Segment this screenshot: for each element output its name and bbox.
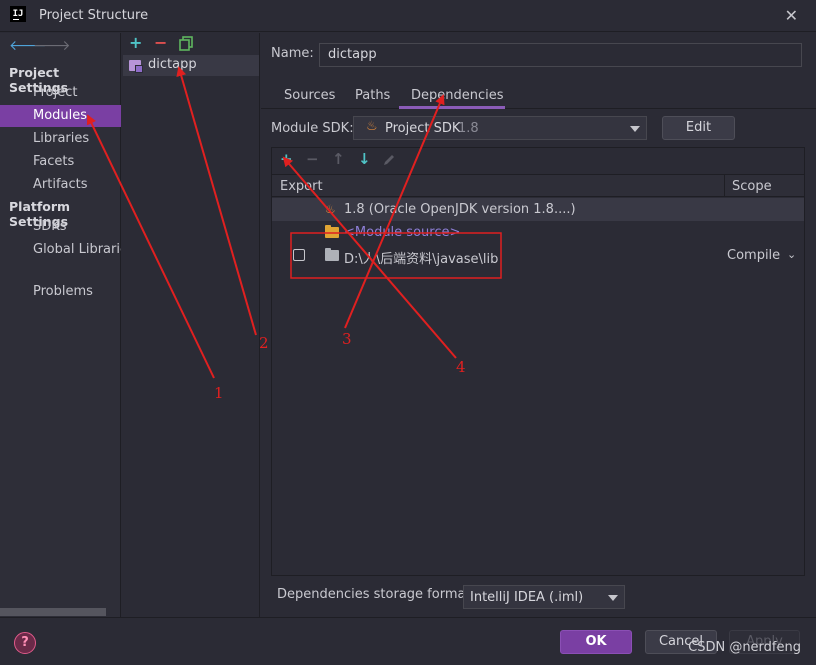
sidebar-item-modules[interactable]: Modules [0,105,121,127]
dependency-name: D:\人\后端资料\javase\lib [344,252,499,267]
export-checkbox[interactable] [293,249,305,261]
edit-sdk-button[interactable]: Edit [662,116,735,140]
sidebar-item-facets[interactable]: Facets [0,151,121,173]
tab-paths[interactable]: Paths [355,88,390,103]
column-header-export[interactable]: Export [280,179,323,194]
remove-dependency-button[interactable]: − [306,150,319,168]
tabs-divider [261,108,816,109]
storage-format-value: IntelliJ IDEA (.iml) [470,590,584,605]
active-tab-indicator [399,106,505,109]
chevron-down-icon [608,595,618,601]
move-down-button[interactable]: ↓ [358,150,371,168]
module-sdk-version: 1.8 [458,121,479,136]
sidebar-horizontal-scrollbar[interactable] [0,608,106,616]
tab-sources[interactable]: Sources [284,88,335,103]
module-sdk-value: Project SDK [385,121,461,136]
column-separator[interactable] [724,175,725,197]
table-row[interactable]: <Module source> [272,221,804,244]
module-name: dictapp [148,57,197,72]
chevron-down-icon [630,126,640,132]
ok-button[interactable]: OK [560,630,632,654]
sidebar-item-artifacts[interactable]: Artifacts [0,174,121,196]
window-title: Project Structure [39,8,149,23]
copy-icon[interactable] [179,36,193,51]
folder-icon [325,225,339,238]
dialog-footer: ? OK Cancel Apply CSDN @nerdfeng [0,617,816,665]
name-label: Name: [271,46,314,61]
tab-dependencies[interactable]: Dependencies [411,88,504,103]
module-sdk-label: Module SDK: [271,121,354,136]
pencil-icon[interactable] [382,153,396,171]
intellij-logo-icon: IJ [10,6,26,22]
settings-sidebar: 🡐 🡒 Project Settings Project Modules Lib… [0,33,121,617]
storage-format-dropdown[interactable]: IntelliJ IDEA (.iml) [463,585,625,609]
java-icon: ♨ [325,202,336,216]
title-bar: IJ Project Structure ✕ [0,0,816,32]
watermark-text: CSDN @nerdfeng [688,640,801,655]
column-header-scope[interactable]: Scope [732,179,772,194]
dependencies-table-header: Export Scope [272,174,804,197]
help-icon[interactable]: ? [14,632,36,654]
close-icon[interactable]: ✕ [785,6,798,25]
annotation-label-2: 2 [259,334,269,352]
module-sdk-dropdown[interactable]: ♨ Project SDK 1.8 [353,116,647,140]
sidebar-item-project[interactable]: Project [0,82,121,104]
sidebar-item-sdks[interactable]: SDKs [0,216,121,238]
dependencies-toolbar: + − ↑ ↓ [272,148,804,174]
dependency-name: 1.8 (Oracle OpenJDK version 1.8....) [344,202,576,217]
forward-arrow-icon[interactable]: 🡒 [33,37,71,54]
dependency-name: <Module source> [344,225,461,240]
module-folder-icon [129,60,143,73]
dependencies-panel: + − ↑ ↓ Export Scope ♨ 1.8 (Oracle OpenJ… [271,147,805,576]
remove-module-button[interactable]: − [154,33,167,52]
add-dependency-button[interactable]: + [280,150,293,168]
module-name-field[interactable]: dictapp [319,43,802,67]
chevron-down-icon[interactable]: ⌄ [787,248,796,261]
add-module-button[interactable]: + [129,33,142,52]
sidebar-item-global-libraries[interactable]: Global Libraries [0,239,121,261]
sidebar-item-libraries[interactable]: Libraries [0,128,121,150]
dependency-scope[interactable]: Compile [727,248,780,263]
storage-format-label: Dependencies storage format: [277,587,475,602]
sidebar-item-problems[interactable]: Problems [0,281,121,303]
folder-icon [325,248,339,261]
table-row[interactable]: ♨ 1.8 (Oracle OpenJDK version 1.8....) [272,198,804,221]
modules-list-panel: + − dictapp [122,33,260,617]
move-up-button[interactable]: ↑ [332,150,345,168]
table-row[interactable]: D:\人\后端资料\javase\lib Compile ⌄ [272,244,804,267]
java-icon: ♨ [366,119,378,134]
module-list-item[interactable]: dictapp [123,55,259,76]
